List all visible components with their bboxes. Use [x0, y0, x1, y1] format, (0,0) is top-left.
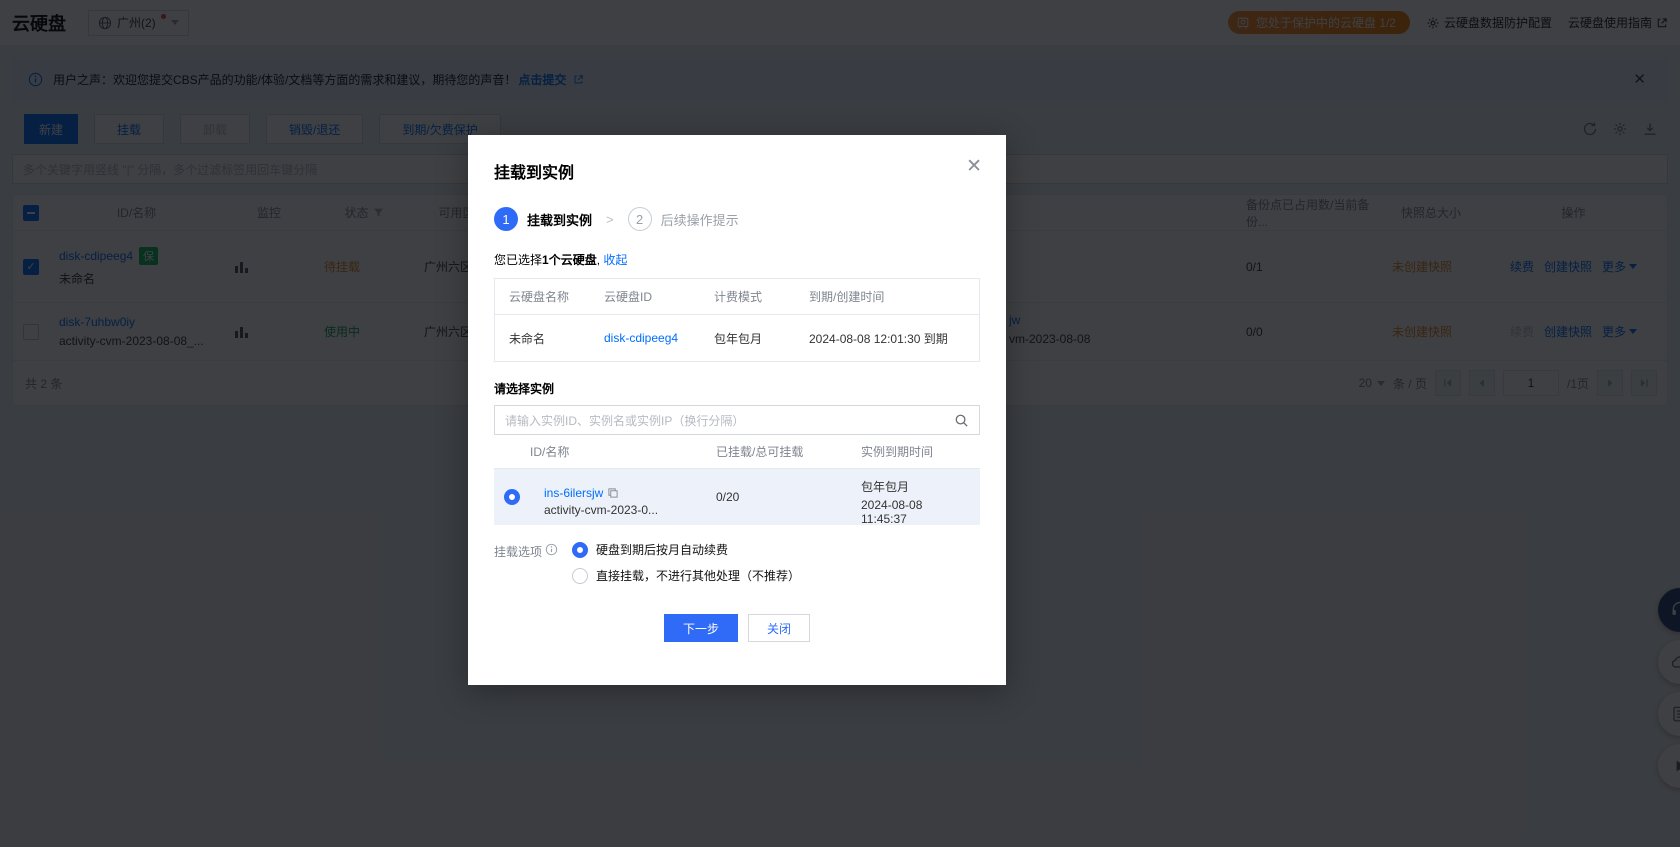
step-number: 1 — [494, 207, 518, 231]
step-label: 后续操作提示 — [661, 210, 739, 229]
chevron-right-icon: > — [606, 212, 614, 227]
selected-disk-table: 云硬盘名称 云硬盘ID 计费模式 到期/创建时间 未命名 disk-cdipee… — [494, 278, 980, 362]
attach-options-label: 挂载选项 — [494, 541, 558, 584]
selected-disk-row: 未命名 disk-cdipeeg4 包年包月 2024-08-08 12:01:… — [495, 315, 979, 361]
instance-radio[interactable] — [504, 489, 520, 505]
disk-billing: 包年包月 — [700, 315, 795, 361]
attach-options: 挂载选项 硬盘到期后按月自动续费 直接挂载，不进行其他处理（不推荐） — [494, 541, 980, 584]
step-indicator: 1 挂载到实例 > 2 后续操作提示 — [494, 207, 980, 231]
col-mounted: 已挂载/总可挂载 — [702, 443, 847, 460]
option-label: 直接挂载，不进行其他处理（不推荐） — [596, 567, 800, 584]
instance-mounted: 0/20 — [702, 490, 847, 504]
instance-name: activity-cvm-2023-0... — [544, 503, 688, 517]
instance-search-placeholder: 请输入实例ID、实例名或实例IP（换行分隔） — [505, 412, 954, 429]
instance-table: ID/名称 已挂载/总可挂载 实例到期时间 ins-6ilersjw activ… — [494, 435, 980, 525]
option-radio[interactable] — [572, 542, 588, 558]
col-billing: 计费模式 — [700, 279, 795, 314]
option-attach-only[interactable]: 直接挂载，不进行其他处理（不推荐） — [572, 567, 800, 584]
step-number: 2 — [628, 207, 652, 231]
col-instance-id: ID/名称 — [530, 443, 702, 460]
attach-to-instance-modal: 挂载到实例 ✕ 1 挂载到实例 > 2 后续操作提示 您已选择1个云硬盘, 收起… — [468, 135, 1006, 685]
option-auto-renew[interactable]: 硬盘到期后按月自动续费 — [572, 541, 800, 558]
instance-row[interactable]: ins-6ilersjw activity-cvm-2023-0... 0/20… — [494, 469, 980, 525]
instance-billing: 包年包月 — [861, 478, 966, 495]
modal-close-icon[interactable]: ✕ — [966, 157, 982, 176]
instance-expire: 2024-08-08 11:45:37 — [861, 498, 966, 526]
close-button[interactable]: 关闭 — [748, 614, 810, 642]
instance-search-input[interactable]: 请输入实例ID、实例名或实例IP（换行分隔） — [494, 405, 980, 435]
step-label: 挂载到实例 — [527, 210, 592, 229]
col-disk-id: 云硬盘ID — [590, 279, 700, 314]
copy-icon[interactable] — [607, 487, 619, 499]
modal-footer: 下一步 关闭 — [494, 614, 980, 642]
next-step-button[interactable]: 下一步 — [664, 614, 738, 642]
step-followup: 2 后续操作提示 — [628, 207, 739, 231]
disk-id-link[interactable]: disk-cdipeeg4 — [604, 331, 678, 345]
selected-summary: 您已选择1个云硬盘, 收起 — [494, 251, 980, 268]
col-instance-expire: 实例到期时间 — [847, 443, 980, 460]
col-disk-name: 云硬盘名称 — [495, 279, 590, 314]
step-attach: 1 挂载到实例 — [494, 207, 592, 231]
collapse-link[interactable]: 收起 — [603, 253, 627, 267]
disk-name: 未命名 — [495, 315, 590, 361]
disk-expire-time: 2024-08-08 12:01:30 到期 — [795, 315, 979, 361]
modal-title: 挂载到实例 — [494, 159, 980, 183]
option-radio[interactable] — [572, 568, 588, 584]
search-icon — [954, 413, 969, 428]
select-instance-label: 请选择实例 — [494, 380, 980, 397]
instance-id-link[interactable]: ins-6ilersjw — [544, 486, 603, 500]
info-icon — [545, 543, 558, 556]
option-label: 硬盘到期后按月自动续费 — [596, 541, 728, 558]
col-expire-time: 到期/创建时间 — [795, 279, 979, 314]
